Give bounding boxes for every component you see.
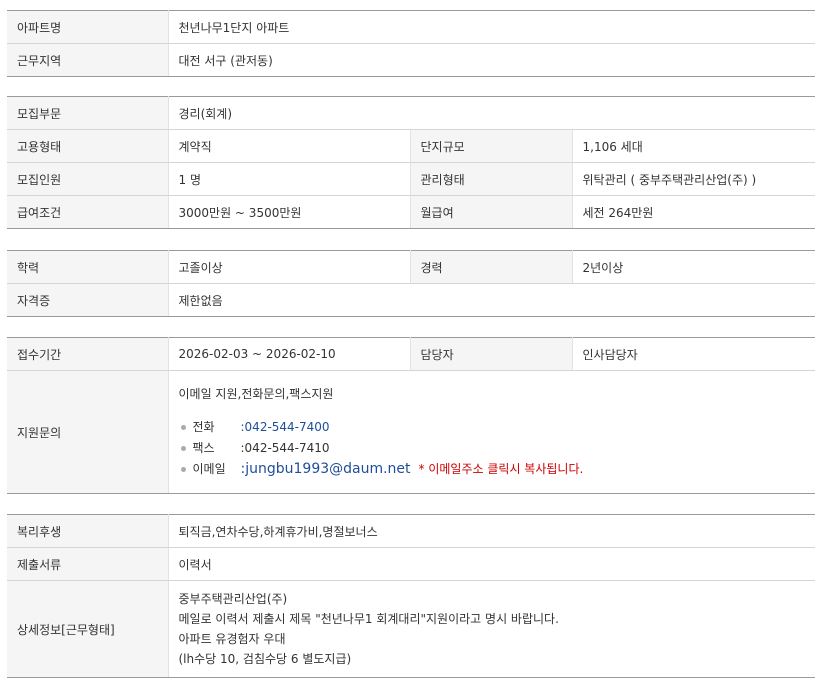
dept-value: 경리(회계) xyxy=(168,96,815,130)
contact-email: 이메일 :jungbu1993@daum.net * 이메일주소 클릭시 복사됩니다… xyxy=(179,459,816,480)
dept-label: 모집부문 xyxy=(7,96,169,130)
period-label: 접수기간 xyxy=(7,337,169,371)
table-row: 복리후생 퇴직금,연차수당,하계휴가비,명절보너스 xyxy=(7,514,815,548)
monthly-value: 세전 264만원 xyxy=(572,195,815,229)
phone-label: 전화 xyxy=(192,420,215,434)
apt-name-value: 천년나무1단지 아파트 xyxy=(168,10,815,44)
recruit-value: 1 명 xyxy=(168,162,410,196)
monthly-label: 월급여 xyxy=(409,195,573,229)
application-table: 접수기간 2026-02-03 ~ 2026-02-10 담당자 인사담당자 지… xyxy=(7,337,815,494)
edu-label: 학력 xyxy=(7,250,169,284)
bullet-icon xyxy=(180,467,186,472)
phone-link[interactable]: :042-544-7400 xyxy=(241,420,330,434)
career-label: 경력 xyxy=(409,250,573,284)
inquiry-intro: 이메일 지원,전화문의,팩스지원 xyxy=(178,387,334,401)
cert-label: 자격증 xyxy=(7,283,169,317)
welfare-value: 퇴직금,연차수당,하계휴가비,명절보너스 xyxy=(168,514,815,548)
career-value: 2년이상 xyxy=(572,250,815,284)
employment-value: 계약직 xyxy=(168,129,410,163)
qualification-table: 학력 고졸이상 경력 2년이상 자격증 제한없음 xyxy=(7,250,815,317)
docs-label: 제출서류 xyxy=(7,547,169,581)
table-row: 제출서류 이력서 xyxy=(7,547,815,581)
contact-phone: 전화 :042-544-7400 xyxy=(179,417,816,438)
salary-value: 3000만원 ~ 3500만원 xyxy=(168,195,410,229)
docs-value: 이력서 xyxy=(168,547,815,581)
apartment-info-table: 아파트명 천년나무1단지 아파트 근무지역 대전 서구 (관저동) xyxy=(7,10,815,77)
email-label: 이메일 xyxy=(192,462,226,476)
manage-value: 위탁관리 ( 중부주택관리산업(주) ) xyxy=(572,162,815,196)
table-row: 아파트명 천년나무1단지 아파트 xyxy=(7,10,815,44)
table-row: 모집부문 경리(회계) xyxy=(7,96,815,130)
inquiry-label: 지원문의 xyxy=(7,370,169,494)
contact-list: 전화 :042-544-7400 팩스 :042-544-7410 이메일 :jung… xyxy=(179,417,816,480)
detail-label: 상세정보[근무형태] xyxy=(7,580,169,678)
recruit-label: 모집인원 xyxy=(7,162,169,196)
region-label: 근무지역 xyxy=(7,43,169,77)
table-row: 상세정보[근무형태] 중부주택관리산업(주) 메일로 이력서 제출시 제목 "천… xyxy=(7,580,815,678)
job-detail-page: 아파트명 천년나무1단지 아파트 근무지역 대전 서구 (관저동) 모집부문 경… xyxy=(0,0,829,693)
table-row: 지원문의 이메일 지원,전화문의,팩스지원 전화 :042-544-7400 팩스… xyxy=(7,370,816,494)
apt-name-label: 아파트명 xyxy=(7,10,169,44)
table-row: 모집인원 1 명 관리형태 위탁관리 ( 중부주택관리산업(주) ) xyxy=(7,162,815,196)
contact-fax: 팩스 :042-544-7410 xyxy=(179,438,816,459)
period-value: 2026-02-03 ~ 2026-02-10 xyxy=(168,337,410,371)
table-row: 접수기간 2026-02-03 ~ 2026-02-10 담당자 인사담당자 xyxy=(7,337,815,371)
detail-cell: 중부주택관리산업(주) 메일로 이력서 제출시 제목 "천년나무1 회계대리"지… xyxy=(168,580,815,678)
detail-line: (lh수당 10, 검침수당 6 별도지급) xyxy=(178,652,352,666)
manager-label: 담당자 xyxy=(409,337,573,371)
bullet-icon xyxy=(180,425,186,430)
table-row: 근무지역 대전 서구 (관저동) xyxy=(7,43,815,77)
recruitment-info-table: 모집부문 경리(회계) 고용형태 계약직 단지규모 1,106 세대 모집인원 … xyxy=(7,96,815,229)
table-row: 급여조건 3000만원 ~ 3500만원 월급여 세전 264만원 xyxy=(7,195,815,229)
email-copy-note: * 이메일주소 클릭시 복사됩니다. xyxy=(418,462,584,476)
detail-line: 중부주택관리산업(주) xyxy=(178,592,288,606)
inquiry-cell: 이메일 지원,전화문의,팩스지원 전화 :042-544-7400 팩스 :042-… xyxy=(168,370,816,494)
manage-label: 관리형태 xyxy=(409,162,573,196)
scale-value: 1,106 세대 xyxy=(572,129,815,163)
scale-label: 단지규모 xyxy=(409,129,573,163)
cert-value: 제한없음 xyxy=(168,283,815,317)
salary-label: 급여조건 xyxy=(7,195,169,229)
table-row: 학력 고졸이상 경력 2년이상 xyxy=(7,250,815,284)
edu-value: 고졸이상 xyxy=(168,250,410,284)
detail-line: 아파트 유경험자 우대 xyxy=(178,632,286,646)
employment-label: 고용형태 xyxy=(7,129,169,163)
welfare-table: 복리후생 퇴직금,연차수당,하계휴가비,명절보너스 제출서류 이력서 상세정보[… xyxy=(7,514,815,678)
welfare-label: 복리후생 xyxy=(7,514,169,548)
table-row: 자격증 제한없음 xyxy=(7,283,815,317)
table-row: 고용형태 계약직 단지규모 1,106 세대 xyxy=(7,129,815,163)
fax-value: :042-544-7410 xyxy=(240,441,330,455)
detail-line: 메일로 이력서 제출시 제목 "천년나무1 회계대리"지원이라고 명시 바랍니다… xyxy=(178,612,559,626)
bullet-icon xyxy=(180,446,186,451)
fax-label: 팩스 xyxy=(192,441,215,455)
region-value: 대전 서구 (관저동) xyxy=(168,43,815,77)
manager-value: 인사담당자 xyxy=(572,337,815,371)
email-link[interactable]: :jungbu1993@daum.net xyxy=(241,461,411,477)
